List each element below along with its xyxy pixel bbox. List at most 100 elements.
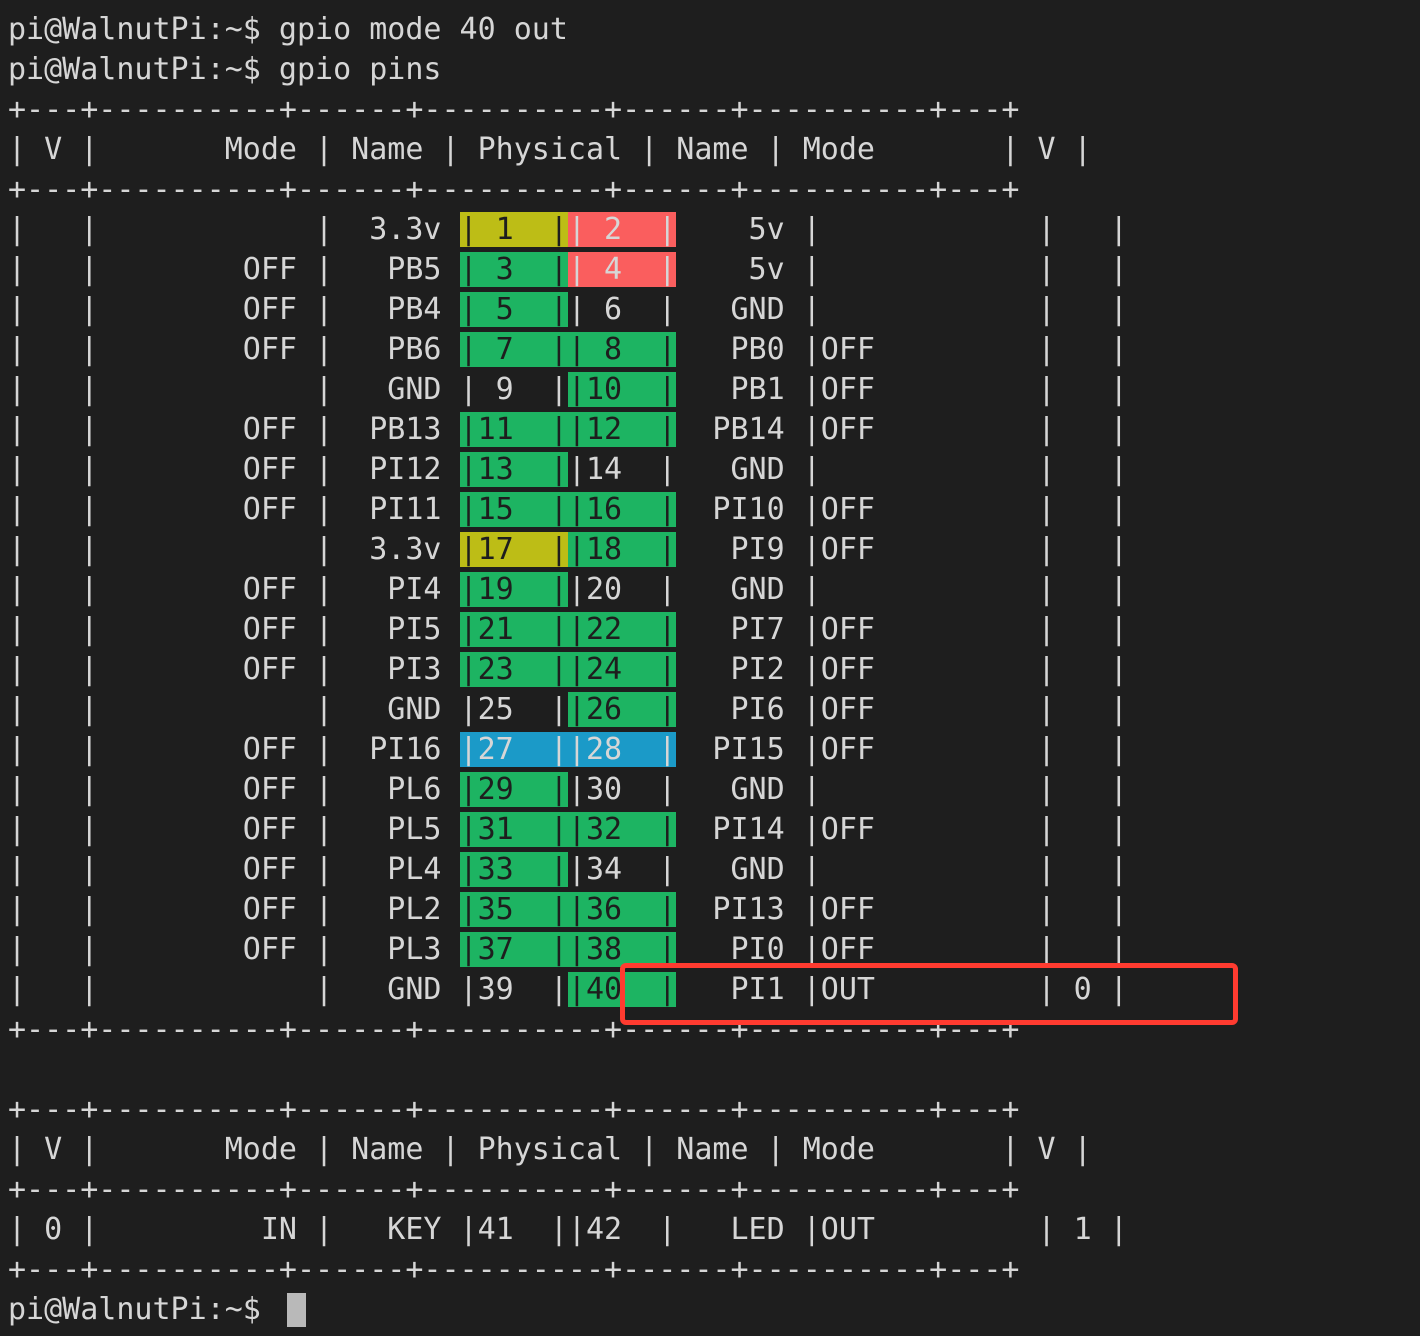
- terminal-window: pi@WalnutPi:~$ gpio mode 40 out pi@Walnut…: [0, 0, 1420, 1336]
- row-left-fields: | | OFF | PB5: [8, 252, 460, 287]
- main-table-row-8: | | | 3.3v |17 ||18 | PI9 |OFF | |: [8, 530, 1128, 570]
- main-table-row-4: | | | GND | 9 ||10 | PB1 |OFF | |: [8, 370, 1128, 410]
- pin-cell-right: | 4 |: [567, 252, 677, 287]
- pin-cell-left: |37 |: [459, 932, 568, 967]
- row-left-fields: | | OFF | PB6: [8, 332, 460, 367]
- pin-cell-left: |19 |: [459, 572, 568, 607]
- row-left-fields: | | | GND: [8, 372, 460, 407]
- row-left-fields: | | OFF | PL4: [8, 852, 460, 887]
- row-right-fields: PI7 |OFF | |: [676, 612, 1128, 647]
- main-table-row-19: | | | GND |39 ||40 | PI1 |OUT | 0 |: [8, 970, 1128, 1010]
- pin-cell-left: |21 |: [459, 612, 568, 647]
- main-table-row-1: | | OFF | PB5 | 3 || 4 | 5v | | |: [8, 250, 1128, 290]
- pin-cell-right: |22 |: [567, 612, 677, 647]
- row-right-fields: GND | | |: [676, 852, 1128, 887]
- row-right-fields: 5v | | |: [676, 212, 1128, 247]
- pin-cell-right: |18 |: [567, 532, 677, 567]
- aux-table-rule-top: +---+----------+------+----------+------…: [8, 1090, 1019, 1130]
- table-header: | V | Mode | Name | Physical | Name | Mo…: [8, 132, 1092, 167]
- pin-cell-left: |11 |: [459, 412, 568, 447]
- row-left-fields: | | OFF | PB4: [8, 292, 460, 327]
- row-left-fields: | | OFF | PI5: [8, 612, 460, 647]
- pin-cell-left: |15 |: [459, 492, 568, 527]
- row-right-fields: PI0 |OFF | |: [676, 932, 1128, 967]
- row-right-fields: PB1 |OFF | |: [676, 372, 1128, 407]
- table-rule: +---+----------+------+----------+------…: [8, 172, 1020, 207]
- pin-cell-right: |38 |: [567, 932, 677, 967]
- pin-cell-left: | 7 |: [459, 332, 568, 367]
- pin-cell-left: |25 |: [459, 692, 568, 727]
- table-rule: +---+----------+------+----------+------…: [8, 1172, 1020, 1207]
- row-left-fields: | | | 3.3v: [8, 212, 460, 247]
- pin-cell-right: |32 |: [567, 812, 677, 847]
- row-right-fields: GND | | |: [676, 292, 1128, 327]
- pin-cell-left: | 1 |: [459, 212, 568, 247]
- pin-cell-right: |26 |: [567, 692, 677, 727]
- table-header: | V | Mode | Name | Physical | Name | Mo…: [8, 1132, 1092, 1167]
- row-left-fields: | | OFF | PI4: [8, 572, 460, 607]
- row-left-fields: | | OFF | PI12: [8, 452, 460, 487]
- pin-cell-right: |14 |: [567, 452, 677, 487]
- pin-cell-right: |10 |: [567, 372, 677, 407]
- pin-cell-left: |17 |: [459, 532, 568, 567]
- row-left-fields: | | OFF | PL2: [8, 892, 460, 927]
- row-right-fields: PI13 |OFF | |: [676, 892, 1128, 927]
- main-table-header: | V | Mode | Name | Physical | Name | Mo…: [8, 130, 1092, 170]
- main-table-row-6: | | OFF | PI12 |13 ||14 | GND | | |: [8, 450, 1128, 490]
- table-rule: +---+----------+------+----------+------…: [8, 1012, 1020, 1047]
- row-right-fields: PB14 |OFF | |: [676, 412, 1128, 447]
- main-table-row-5: | | OFF | PB13 |11 ||12 | PB14 |OFF | |: [8, 410, 1128, 450]
- row-left-fields: | 0 | IN | KEY: [8, 1212, 460, 1247]
- pin-cell-right: | 8 |: [567, 332, 677, 367]
- main-table-row-13: | | OFF | PI16 |27 ||28 | PI15 |OFF | |: [8, 730, 1128, 770]
- row-left-fields: | | OFF | PI11: [8, 492, 460, 527]
- row-right-fields: GND | | |: [676, 572, 1128, 607]
- row-left-fields: | | | GND: [8, 692, 460, 727]
- main-table-rule-bottom: +---+----------+------+----------+------…: [8, 1010, 1019, 1050]
- row-right-fields: PB0 |OFF | |: [676, 332, 1128, 367]
- main-table-row-11: | | OFF | PI3 |23 ||24 | PI2 |OFF | |: [8, 650, 1128, 690]
- aux-table-header: | V | Mode | Name | Physical | Name | Mo…: [8, 1130, 1092, 1170]
- pin-cell-right: |40 |: [567, 972, 677, 1007]
- main-table-row-18: | | OFF | PL3 |37 ||38 | PI0 |OFF | |: [8, 930, 1128, 970]
- main-table-row-0: | | | 3.3v | 1 || 2 | 5v | | |: [8, 210, 1128, 250]
- pin-cell-left: |39 |: [459, 972, 568, 1007]
- pin-cell-right: |12 |: [567, 412, 677, 447]
- pin-cell-left: |41 |: [459, 1212, 568, 1247]
- pin-cell-right: |16 |: [567, 492, 677, 527]
- pin-cell-left: |13 |: [459, 452, 568, 487]
- table-rule: +---+----------+------+----------+------…: [8, 92, 1020, 127]
- main-table-rule-top: +---+----------+------+----------+------…: [8, 90, 1019, 130]
- row-left-fields: | | OFF | PI3: [8, 652, 460, 687]
- row-right-fields: LED |OUT | 1 |: [676, 1212, 1128, 1247]
- main-table-row-14: | | OFF | PL6 |29 ||30 | GND | | |: [8, 770, 1128, 810]
- pin-cell-right: |42 |: [567, 1212, 677, 1247]
- prompt: pi@WalnutPi:~$: [8, 1292, 279, 1327]
- main-table-row-9: | | OFF | PI4 |19 ||20 | GND | | |: [8, 570, 1128, 610]
- pin-cell-left: |31 |: [459, 812, 568, 847]
- main-table-row-17: | | OFF | PL2 |35 ||36 | PI13 |OFF | |: [8, 890, 1128, 930]
- aux-table-row-0: | 0 | IN | KEY |41 ||42 | LED |OUT | 1 |: [8, 1210, 1128, 1250]
- row-right-fields: PI1 |OUT | 0 |: [676, 972, 1128, 1007]
- row-left-fields: | | | 3.3v: [8, 532, 460, 567]
- row-right-fields: GND | | |: [676, 452, 1128, 487]
- main-table-row-2: | | OFF | PB4 | 5 || 6 | GND | | |: [8, 290, 1128, 330]
- row-right-fields: PI10 |OFF | |: [676, 492, 1128, 527]
- pin-cell-right: |36 |: [567, 892, 677, 927]
- pin-cell-left: |29 |: [459, 772, 568, 807]
- row-right-fields: GND | | |: [676, 772, 1128, 807]
- main-table-row-12: | | | GND |25 ||26 | PI6 |OFF | |: [8, 690, 1128, 730]
- pin-cell-right: | 2 |: [567, 212, 677, 247]
- pin-cell-left: |27 |: [459, 732, 568, 767]
- pin-cell-left: |23 |: [459, 652, 568, 687]
- pin-cell-right: |30 |: [567, 772, 677, 807]
- row-right-fields: PI6 |OFF | |: [676, 692, 1128, 727]
- pin-cell-left: |33 |: [459, 852, 568, 887]
- row-left-fields: | | OFF | PI16: [8, 732, 460, 767]
- main-table-row-16: | | OFF | PL4 |33 ||34 | GND | | |: [8, 850, 1128, 890]
- pin-cell-right: |34 |: [567, 852, 677, 887]
- command-line-0: pi@WalnutPi:~$ gpio mode 40 out: [8, 10, 568, 50]
- aux-table-rule-mid: +---+----------+------+----------+------…: [8, 1170, 1019, 1210]
- main-table-row-10: | | OFF | PI5 |21 ||22 | PI7 |OFF | |: [8, 610, 1128, 650]
- command-line: pi@WalnutPi:~$ gpio mode 40 out: [8, 12, 568, 47]
